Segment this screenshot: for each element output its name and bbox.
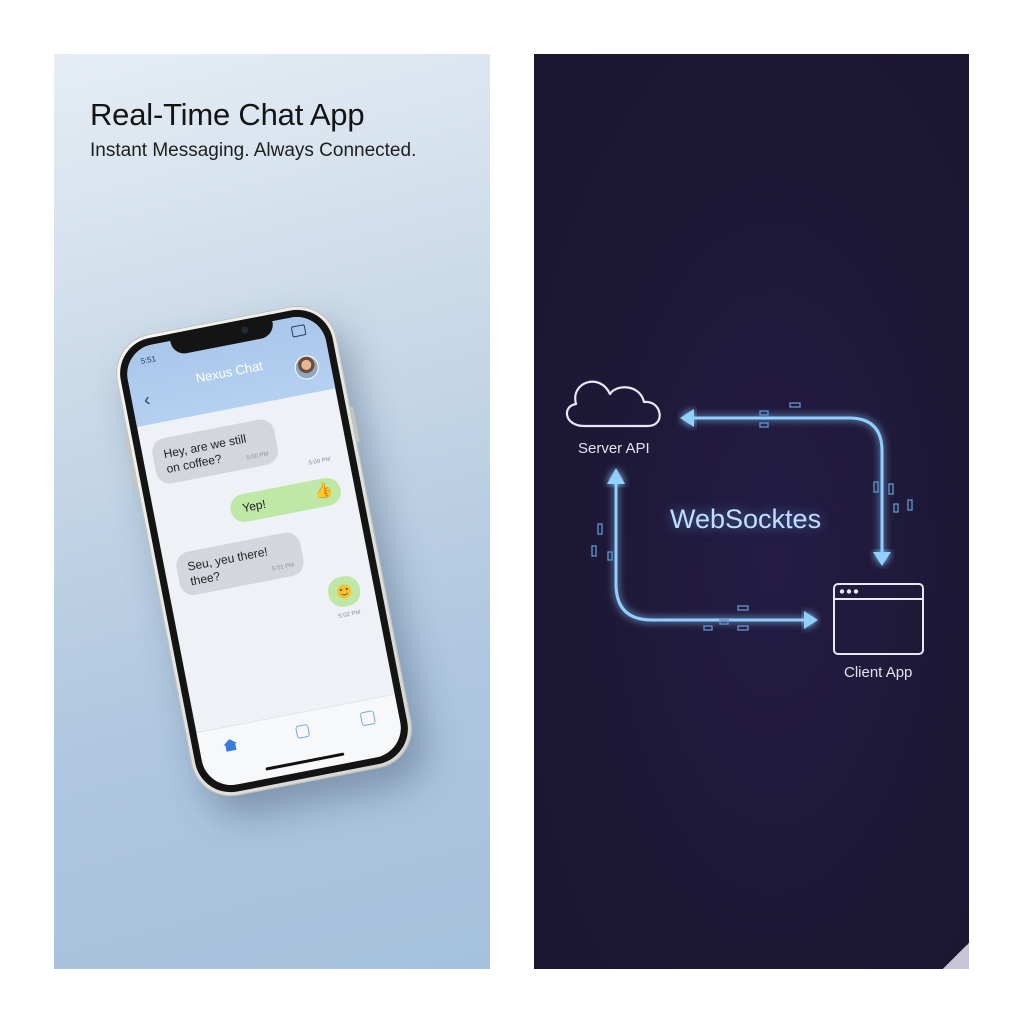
client-app-label: Client App: [844, 664, 913, 681]
chat-app-panel: Real-Time Chat App Instant Messaging. Al…: [54, 54, 490, 969]
message-bubble-incoming[interactable]: Hey, are we still on coffee? 5:00 PM: [149, 417, 281, 486]
phone-screen: 5:51 ‹ Nexus Chat Hey, are we still on c…: [122, 311, 406, 791]
battery-icon: [290, 324, 307, 338]
server-api-label: Server API: [578, 440, 650, 457]
cloud-icon: [566, 380, 661, 428]
message-bubble-incoming[interactable]: Seu, yeu there! thee? 5:01 PM: [173, 530, 307, 598]
volume-down-button: [130, 465, 138, 488]
profile-icon[interactable]: [359, 710, 377, 727]
camera-icon: [240, 325, 250, 335]
phone-bezel: 5:51 ‹ Nexus Chat Hey, are we still on c…: [113, 303, 415, 799]
websocket-diagram-panel: Server API WebSocktes Client App: [534, 54, 969, 969]
websockets-label: WebSocktes: [670, 504, 822, 534]
volume-up-button: [124, 435, 132, 459]
home-indicator: [265, 752, 345, 771]
arrowhead-left-icon: [680, 409, 694, 427]
phone-mockup: 5:51 ‹ Nexus Chat Hey, are we still on c…: [109, 298, 419, 804]
thumbs-up-icon: 👍: [312, 480, 335, 502]
message-text: Yep!: [241, 496, 267, 516]
message-bubble-outgoing[interactable]: [325, 573, 363, 610]
message-time: 5:00 PM: [308, 456, 332, 467]
tab-bar: [196, 693, 406, 791]
arrowhead-up-icon: [607, 468, 625, 484]
smile-emoji-icon: [335, 583, 353, 600]
client-flow-arrow: [614, 480, 806, 622]
page-title: Real-Time Chat App: [90, 97, 365, 132]
page-subtitle: Instant Messaging. Always Connected.: [90, 140, 417, 161]
browser-window-icon: [833, 583, 924, 655]
arrowhead-right-icon: [804, 611, 818, 629]
arrowhead-down-icon: [873, 552, 891, 566]
message-text: Hey, are we still on coffee?: [162, 431, 248, 476]
home-icon[interactable]: [222, 738, 238, 752]
message-time: 5:02 PM: [338, 609, 362, 620]
status-time: 5:51: [139, 354, 157, 366]
chat-icon[interactable]: [295, 723, 311, 740]
message-bubble-outgoing[interactable]: Yep! 👍: [228, 475, 344, 525]
